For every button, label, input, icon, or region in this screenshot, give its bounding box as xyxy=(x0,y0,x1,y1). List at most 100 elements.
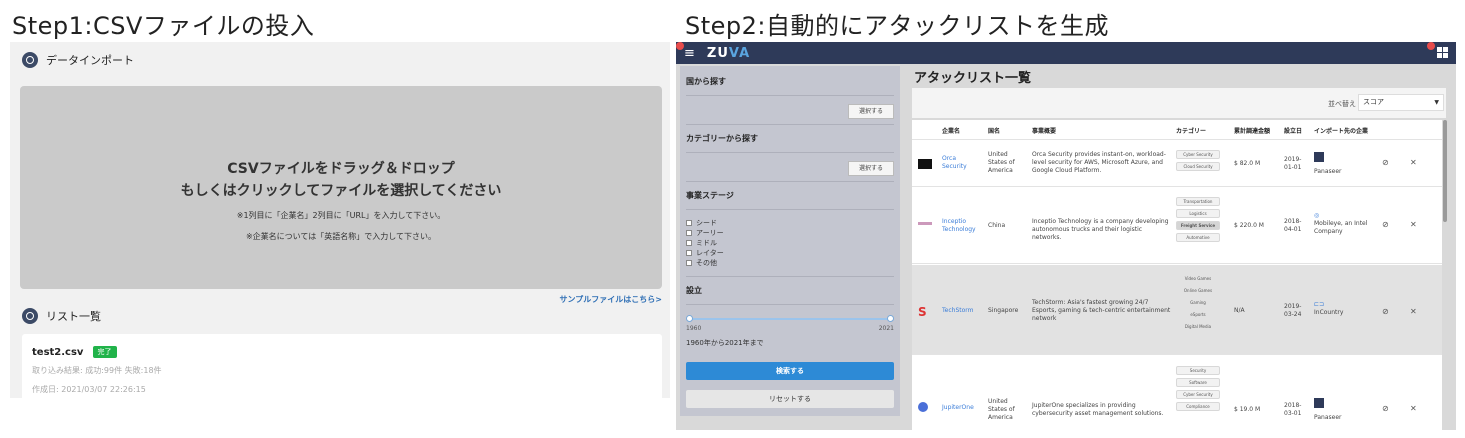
table-header: 企業名 国名 事業概要 カテゴリー 累計調達金額 設立日 インポート先の企業 xyxy=(912,120,1442,140)
company-name[interactable]: JupiterOne xyxy=(942,404,974,412)
hide-eye-icon[interactable]: ⊘ xyxy=(1382,404,1389,413)
import-result: 取り込み結果: 成功:99件 失敗:18件 xyxy=(32,366,162,375)
attack-list-table: 企業名 国名 事業概要 カテゴリー 累計調達金額 設立日 インポート先の企業 O… xyxy=(912,120,1442,430)
header-country: 国名 xyxy=(988,128,1001,135)
hide-eye-icon[interactable]: ⊘ xyxy=(1382,307,1389,316)
close-icon[interactable]: ✕ xyxy=(1410,220,1417,229)
sort-label: 並べ替え xyxy=(1328,100,1356,108)
summary: Orca Security provides instant-on, workl… xyxy=(1032,151,1166,174)
slider-range-text: 1960年から2021年まで xyxy=(686,339,764,347)
table-row[interactable]: Inceptio Technology China Inceptio Techn… xyxy=(912,188,1442,264)
marker-dot-right xyxy=(1427,42,1435,50)
import-section-header: データインポート xyxy=(22,52,134,68)
import-heading: データインポート xyxy=(46,54,134,67)
category-tags: Security Software Cyber Security Complia… xyxy=(1176,366,1220,414)
sample-file-link[interactable]: サンプルファイルはこちら> xyxy=(560,294,662,305)
founded-filter-label: 設立 xyxy=(686,286,702,295)
stage-checkbox-other[interactable]: その他 xyxy=(686,258,894,268)
company-name[interactable]: Inceptio Technology xyxy=(942,218,986,234)
funding: $ 82.0 M xyxy=(1234,160,1261,167)
founded-date: 2018-04-01 xyxy=(1284,218,1302,233)
category-tags: Cyber Security Cloud Security xyxy=(1176,150,1220,174)
close-icon[interactable]: ✕ xyxy=(1410,404,1417,413)
importer: ⊏⊐ InCountry xyxy=(1314,301,1344,316)
marker-dot-left xyxy=(676,42,684,50)
founded-date: 2018-03-01 xyxy=(1284,402,1302,417)
company-logo xyxy=(918,222,932,225)
header-summary: 事業概要 xyxy=(1032,128,1057,135)
csv-dropzone[interactable]: CSVファイルをドラッグ＆ドロップ もしくはクリックしてファイルを選択してくださ… xyxy=(20,86,662,289)
table-row[interactable]: Orca Security United States of America O… xyxy=(912,141,1442,187)
chevron-down-icon: ▼ xyxy=(1434,99,1439,106)
country: United States of America xyxy=(988,151,1015,174)
funding: $ 19.0 M xyxy=(1234,406,1261,413)
stage-checkbox-middle[interactable]: ミドル xyxy=(686,238,894,248)
country: Singapore xyxy=(988,307,1019,314)
country: China xyxy=(988,222,1006,229)
funding: $ 220.0 M xyxy=(1234,222,1264,229)
category-filter-label: カテゴリーから探す xyxy=(686,134,758,143)
dropzone-instruction-2: もしくはクリックしてファイルを選択してください xyxy=(180,183,502,199)
company-logo xyxy=(918,159,932,169)
dropzone-note-2: ※企業名については「英語名称」で入力して下さい。 xyxy=(245,232,437,241)
stage-checkbox-early[interactable]: アーリー xyxy=(686,228,894,238)
list-section-header: リスト一覧 xyxy=(22,308,101,324)
created-date: 作成日: 2021/03/07 22:26:15 xyxy=(32,385,146,394)
stage-checkbox-seed[interactable]: シード xyxy=(686,218,894,228)
hamburger-menu-icon[interactable]: ≡ xyxy=(684,46,695,61)
slider-max-handle[interactable] xyxy=(887,315,894,322)
stage-checkbox-later[interactable]: レイター xyxy=(686,248,894,258)
company-logo: S xyxy=(918,305,927,319)
country: United States of America xyxy=(988,398,1015,421)
importer: Panaseer xyxy=(1314,398,1374,422)
category-tags: Transportation Logistics Freight Service… xyxy=(1176,197,1220,245)
table-scrollbar[interactable] xyxy=(1443,120,1447,222)
filter-sidebar: 国から探す 選択する カテゴリーから探す 選択する 事業ステージ シード アーリ… xyxy=(680,66,900,416)
attack-list-panel: ≡ ZUVA 国から探す 選択する カテゴリーから探す 選択する 事業ステージ … xyxy=(676,42,1456,430)
country-filter-label: 国から探す xyxy=(686,77,726,86)
sort-bar: 並べ替え スコア ▼ xyxy=(912,88,1446,118)
table-row[interactable]: JupiterOne United States of America Jupi… xyxy=(912,356,1442,430)
top-nav-bar: ≡ ZUVA xyxy=(676,42,1456,64)
step1-title: Step1:CSVファイルの投入 xyxy=(12,12,315,40)
summary: Inceptio Technology is a company develop… xyxy=(1032,218,1169,241)
company-logo xyxy=(918,402,928,412)
import-section-icon xyxy=(22,52,38,68)
stage-checkbox-list: シード アーリー ミドル レイター その他 xyxy=(686,218,894,268)
list-section-icon xyxy=(22,308,38,324)
slider-max-label: 2021 xyxy=(878,325,894,332)
country-select-button[interactable]: 選択する xyxy=(848,104,894,119)
funding: N/A xyxy=(1234,307,1245,314)
summary: TechStorm: Asia's fastest growing 24/7 E… xyxy=(1032,299,1171,322)
header-company: 企業名 xyxy=(942,128,961,135)
header-importer: インポート先の企業 xyxy=(1314,128,1369,135)
page-title: アタックリスト一覧 xyxy=(914,71,1032,86)
search-button[interactable]: 検索する xyxy=(686,362,894,380)
importer: ◎ Mobileye, an Intel Company xyxy=(1314,212,1368,235)
close-icon[interactable]: ✕ xyxy=(1410,307,1417,316)
sort-select[interactable]: スコア ▼ xyxy=(1358,94,1444,111)
apps-grid-icon[interactable] xyxy=(1437,47,1448,58)
company-name[interactable]: Orca Security xyxy=(942,155,982,171)
hide-eye-icon[interactable]: ⊘ xyxy=(1382,220,1389,229)
table-row[interactable]: S TechStorm Singapore TechStorm: Asia's … xyxy=(912,265,1442,355)
csv-import-panel: データインポート CSVファイルをドラッグ＆ドロップ もしくはクリックしてファイ… xyxy=(10,42,670,398)
step2-title: Step2:自動的にアタックリストを生成 xyxy=(685,12,1109,40)
stage-filter-label: 事業ステージ xyxy=(686,191,734,200)
file-name: test2.csv xyxy=(32,347,84,358)
header-category: カテゴリー xyxy=(1176,128,1207,135)
header-founded: 設立日 xyxy=(1284,128,1303,135)
category-select-button[interactable]: 選択する xyxy=(848,161,894,176)
slider-min-handle[interactable] xyxy=(686,315,693,322)
file-card[interactable]: test2.csv 完了 取り込み結果: 成功:99件 失敗:18件 作成日: … xyxy=(22,334,662,398)
summary: JupiterOne specializes in providing cybe… xyxy=(1032,402,1164,417)
importer: Panaseer xyxy=(1314,152,1374,176)
hide-eye-icon[interactable]: ⊘ xyxy=(1382,158,1389,167)
category-tags: Video Games Online Games Gaming eSports … xyxy=(1183,276,1213,329)
founded-date: 2019-01-01 xyxy=(1284,156,1302,171)
founded-year-slider[interactable] xyxy=(686,313,894,325)
reset-button[interactable]: リセットする xyxy=(686,390,894,408)
dropzone-instruction-1: CSVファイルをドラッグ＆ドロップ xyxy=(227,161,455,177)
close-icon[interactable]: ✕ xyxy=(1410,158,1417,167)
company-name[interactable]: TechStorm xyxy=(942,307,973,315)
